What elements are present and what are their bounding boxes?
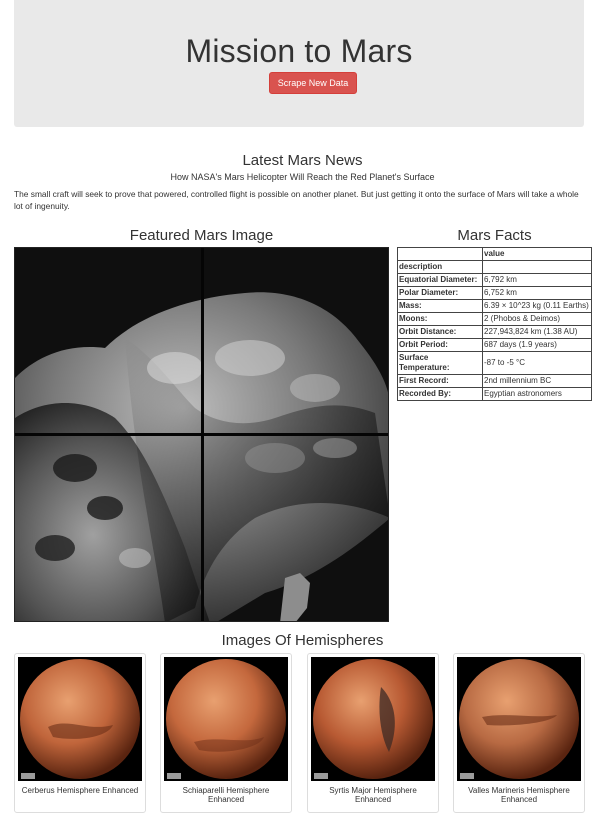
news-paragraph: The small craft will seek to prove that … xyxy=(14,189,579,211)
featured-image-heading: Featured Mars Image xyxy=(129,227,274,244)
facts-column-header: value xyxy=(482,247,592,261)
facts-row-label: Recorded By: xyxy=(397,387,483,401)
facts-row-label: Equatorial Diameter: xyxy=(397,273,483,287)
facts-row: Orbit Period: 687 days (1.9 years) xyxy=(397,338,592,352)
facts-row-value: 2 (Phobos & Deimos) xyxy=(482,312,592,326)
facts-row-label: Polar Diameter: xyxy=(397,286,483,300)
hemisphere-title: Valles Marineris Hemisphere Enhanced xyxy=(468,786,570,804)
comet-surface-picture xyxy=(15,248,388,621)
facts-row-value: 6,752 km xyxy=(482,286,592,300)
facts-row-label: Surface Temperature: xyxy=(397,351,483,375)
hemisphere-card[interactable]: Cerberus Hemisphere Enhanced xyxy=(14,653,146,813)
facts-row-label: Orbit Distance: xyxy=(397,325,483,339)
hemisphere-image[interactable] xyxy=(164,657,288,781)
hemisphere-title: Syrtis Major Hemisphere Enhanced xyxy=(329,786,417,804)
hemisphere-image[interactable] xyxy=(18,657,142,781)
page-title: Mission to Mars xyxy=(185,33,413,69)
hemisphere-card[interactable]: Syrtis Major Hemisphere Enhanced xyxy=(307,653,439,813)
facts-row-label: Mass: xyxy=(397,299,483,313)
facts-row: Recorded By: Egyptian astronomers xyxy=(397,387,592,401)
facts-row: Surface Temperature: -87 to -5 °C xyxy=(397,351,592,375)
facts-index-header: description xyxy=(397,260,483,274)
facts-row-value: 6.39 × 10^23 kg (0.11 Earths) xyxy=(482,299,592,313)
header-jumbotron: Mission to Mars Scrape New Data xyxy=(14,0,584,127)
facts-index-row: description xyxy=(397,260,592,274)
facts-row: Mass: 6.39 × 10^23 kg (0.11 Earths) xyxy=(397,299,592,313)
hemisphere-image[interactable] xyxy=(311,657,435,781)
mars-facts-table: value description Equatorial Diameter: 6,… xyxy=(397,247,592,401)
featured-mars-image[interactable] xyxy=(14,247,389,622)
news-heading: Latest Mars News xyxy=(242,152,363,169)
facts-row-label: First Record: xyxy=(397,374,483,388)
facts-row-value: 6,792 km xyxy=(482,273,592,287)
facts-row: Equatorial Diameter: 6,792 km xyxy=(397,273,592,287)
facts-row-value: 227,943,824 km (1.38 AU) xyxy=(482,325,592,339)
news-title: How NASA's Mars Helicopter Will Reach th… xyxy=(170,172,435,182)
facts-row-value: 2nd millennium BC xyxy=(482,374,592,388)
scrape-new-data-button[interactable]: Scrape New Data xyxy=(269,72,357,94)
hemisphere-image[interactable] xyxy=(457,657,581,781)
facts-row: First Record: 2nd millennium BC xyxy=(397,374,592,388)
facts-row: Orbit Distance: 227,943,824 km (1.38 AU) xyxy=(397,325,592,339)
facts-row-value: 687 days (1.9 years) xyxy=(482,338,592,352)
facts-corner-cell xyxy=(397,247,483,261)
facts-header-row: value xyxy=(397,247,592,261)
facts-row-value: Egyptian astronomers xyxy=(482,387,592,401)
facts-row: Polar Diameter: 6,752 km xyxy=(397,286,592,300)
hemisphere-card[interactable]: Valles Marineris Hemisphere Enhanced xyxy=(453,653,585,813)
facts-row-label: Moons: xyxy=(397,312,483,326)
facts-row-value: -87 to -5 °C xyxy=(482,351,592,375)
hemisphere-title: Schiaparelli Hemisphere Enhanced xyxy=(182,786,270,804)
hemisphere-card[interactable]: Schiaparelli Hemisphere Enhanced xyxy=(160,653,292,813)
facts-table-body: Equatorial Diameter: 6,792 km Polar Diamet… xyxy=(397,273,592,401)
facts-row-label: Orbit Period: xyxy=(397,338,483,352)
hemispheres-heading: Images Of Hemispheres xyxy=(221,632,384,649)
facts-index-empty xyxy=(482,260,592,274)
facts-row: Moons: 2 (Phobos & Deimos) xyxy=(397,312,592,326)
hemisphere-title: Cerberus Hemisphere Enhanced xyxy=(21,786,139,795)
mars-facts-heading: Mars Facts xyxy=(457,227,532,244)
